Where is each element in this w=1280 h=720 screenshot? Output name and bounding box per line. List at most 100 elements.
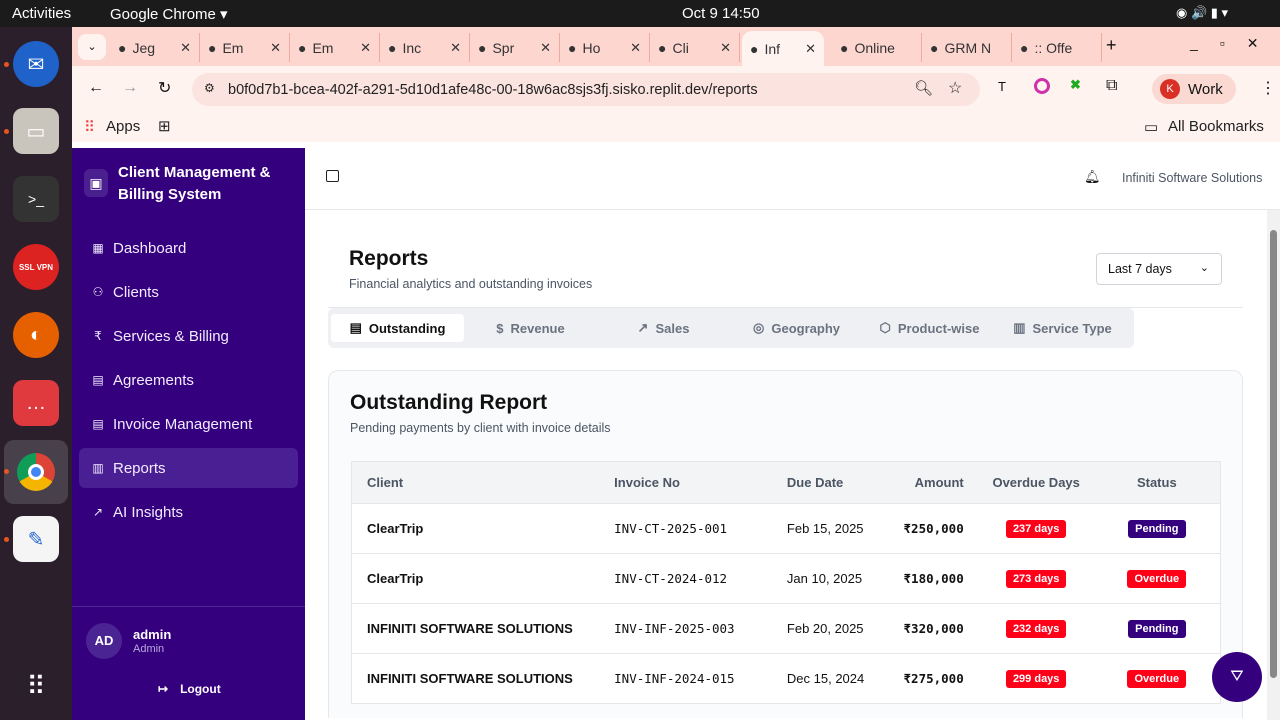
column-header[interactable]: Status (1093, 461, 1221, 504)
amount-cell: ₹180,000 (881, 553, 979, 604)
forward-button[interactable]: → (122, 79, 138, 97)
close-tab-icon[interactable]: ✕ (630, 40, 641, 56)
browser-tab[interactable]: ● Spr ✕ (470, 33, 560, 62)
browser-tab[interactable]: ● Inf ✕ (742, 31, 824, 66)
main-content: Reports Financial analytics and outstand… (305, 210, 1267, 720)
column-header[interactable]: Due Date (771, 461, 882, 504)
terminal-icon[interactable]: >_ (13, 176, 59, 222)
table-row[interactable]: ClearTrip INV-CT-2025-001 Feb 15, 2025 ₹250… (351, 503, 1221, 554)
app-menu[interactable]: Google Chrome ▾ (110, 5, 228, 23)
sidebar-item-label: Services & Billing (113, 327, 229, 345)
apps-bookmark[interactable]: Apps (106, 118, 140, 135)
profile-button[interactable]: K Work (1152, 74, 1236, 104)
browser-tab[interactable]: ● Em ✕ (290, 33, 380, 62)
bell-icon[interactable]: 🔔︎ (1084, 169, 1101, 185)
app-name: Google Chrome (110, 6, 216, 23)
tab-geography[interactable]: ◎ Geography (730, 314, 863, 342)
sidebar-item-invoice-management[interactable]: ▤ Invoice Management (79, 404, 298, 444)
scrollbar[interactable] (1267, 210, 1280, 720)
sidebar-item-services-billing[interactable]: ₹ Services & Billing (79, 316, 298, 356)
client-cell: ClearTrip (351, 503, 600, 554)
document-icon: ▤ (349, 320, 362, 335)
table-row[interactable]: ClearTrip INV-CT-2024-012 Jan 10, 2025 ₹180… (351, 553, 1221, 604)
sidebar-item-label: Clients (113, 283, 159, 301)
browser-tab[interactable]: ● Em ✕ (200, 33, 290, 62)
back-button[interactable]: ← (88, 79, 104, 97)
tab-label: Revenue (510, 320, 565, 336)
chat-icon[interactable]: … (13, 380, 59, 426)
reload-button[interactable]: ↻ (158, 78, 171, 98)
browser-tab[interactable]: ● GRM N (922, 33, 1012, 62)
client-cell: ClearTrip (351, 553, 600, 604)
close-tab-icon[interactable]: ✕ (805, 41, 816, 57)
address-bar[interactable]: ⚙ b0f0d7b1-bcea-402f-a291-5d10d1afe48c-0… (192, 73, 980, 106)
system-tray-icons[interactable]: ◉ 🔊 ▮ ▾ (1176, 5, 1228, 21)
chrome-icon[interactable] (4, 440, 68, 504)
text-editor-icon[interactable]: ✎ (13, 516, 59, 562)
close-tab-icon[interactable]: ✕ (360, 40, 371, 56)
due-date-cell: Feb 15, 2025 (771, 503, 882, 554)
favicon-icon: ● (1020, 39, 1029, 56)
extension-icon[interactable]: ✖ (1070, 77, 1081, 93)
zoom-icon[interactable]: 🔍︎ (914, 79, 933, 97)
package-icon: ⬡ (879, 320, 891, 335)
close-tab-icon[interactable]: ✕ (450, 40, 461, 56)
extension-icon[interactable]: T (998, 79, 1006, 94)
sidebar-item-dashboard[interactable]: ▦ Dashboard (79, 228, 298, 268)
close-tab-icon[interactable]: ✕ (180, 40, 191, 56)
close-tab-icon[interactable]: ✕ (270, 40, 281, 56)
sidebar-item-ai-insights[interactable]: ↗ AI Insights (79, 492, 298, 532)
clock[interactable]: Oct 9 14:50 (682, 5, 760, 22)
thunderbird-icon[interactable]: ✉ (13, 41, 59, 87)
window-controls[interactable]: _▫✕ (1190, 35, 1280, 52)
activities-button[interactable]: Activities (12, 5, 71, 22)
close-tab-icon[interactable]: ✕ (540, 40, 551, 56)
browser-tab[interactable]: ●:: Offe (1012, 33, 1102, 62)
app-title: Client Management & Billing System (118, 164, 271, 203)
menu-icon[interactable]: ⋮ (1260, 78, 1276, 98)
sidebar-item-agreements[interactable]: ▤ Agreements (79, 360, 298, 400)
close-tab-icon[interactable]: ✕ (720, 40, 731, 56)
date-range-select[interactable]: Last 7 days ⌄ (1096, 253, 1222, 285)
show-apps-icon[interactable]: ⠿ (13, 663, 59, 709)
tab-groups-icon[interactable]: ⊞ (158, 117, 171, 135)
site-info-icon[interactable]: ⚙ (204, 81, 215, 95)
overdue-days-badge: 273 days (1005, 569, 1067, 588)
tab-outstanding[interactable]: ▤ Outstanding (331, 314, 464, 342)
firefox-icon[interactable]: ◐ (13, 312, 59, 358)
table-row[interactable]: INFINITI SOFTWARE SOLUTIONS INV-INF-2024-… (351, 653, 1221, 704)
tab-revenue[interactable]: $ Revenue (464, 314, 597, 342)
tab-product-wise[interactable]: ⬡ Product-wise (863, 314, 996, 342)
browser-tab[interactable]: ● Cli ✕ (650, 33, 740, 62)
extension-icon[interactable] (1034, 78, 1050, 94)
browser-tab[interactable]: ● Online (832, 33, 922, 62)
sidebar-toggle-icon[interactable] (326, 170, 339, 182)
new-tab-button[interactable]: + (1106, 35, 1117, 56)
files-icon[interactable]: ▭ (13, 108, 59, 154)
outstanding-report-card: Outstanding Report Pending payments by c… (328, 370, 1243, 718)
sidebar-item-reports[interactable]: ▥ Reports (79, 448, 298, 488)
column-header[interactable]: Amount (881, 461, 979, 504)
top-header: 🔔︎ Infiniti Software Solutions (305, 148, 1280, 210)
extensions-puzzle-icon[interactable]: ⧉ (1106, 77, 1117, 95)
browser-tab[interactable]: ● Ho ✕ (560, 33, 650, 62)
tab-service-type[interactable]: ▥ Service Type (996, 314, 1129, 342)
outstanding-table: Client Invoice No Due Date Amount Overdue Da… (351, 461, 1221, 704)
bookmark-star-icon[interactable]: ☆ (948, 78, 962, 98)
status-badge: Pending (1128, 519, 1186, 538)
column-header[interactable]: Invoice No (599, 461, 772, 504)
sidebar-item-clients[interactable]: ⚇ Clients (79, 272, 298, 312)
tab-title: Ho (582, 39, 601, 56)
tab-sales[interactable]: ↗ Sales (597, 314, 730, 342)
browser-tab[interactable]: ● Inc ✕ (380, 33, 470, 62)
column-header[interactable]: Overdue Days (978, 461, 1094, 504)
sidebar-item-label: Dashboard (113, 239, 187, 257)
table-row[interactable]: INFINITI SOFTWARE SOLUTIONS INV-INF-2025-… (351, 603, 1221, 654)
column-header[interactable]: Client (351, 461, 600, 504)
tab-search-button[interactable]: ⌄ (78, 34, 106, 60)
filter-fab-button[interactable]: ⛛ (1212, 652, 1262, 702)
ssl-vpn-icon[interactable]: SSL VPN (13, 244, 59, 290)
all-bookmarks[interactable]: All Bookmarks (1168, 118, 1264, 135)
logout-button[interactable]: ↦ Logout (158, 682, 221, 696)
browser-tab[interactable]: ● Jeg ✕ (110, 33, 200, 62)
